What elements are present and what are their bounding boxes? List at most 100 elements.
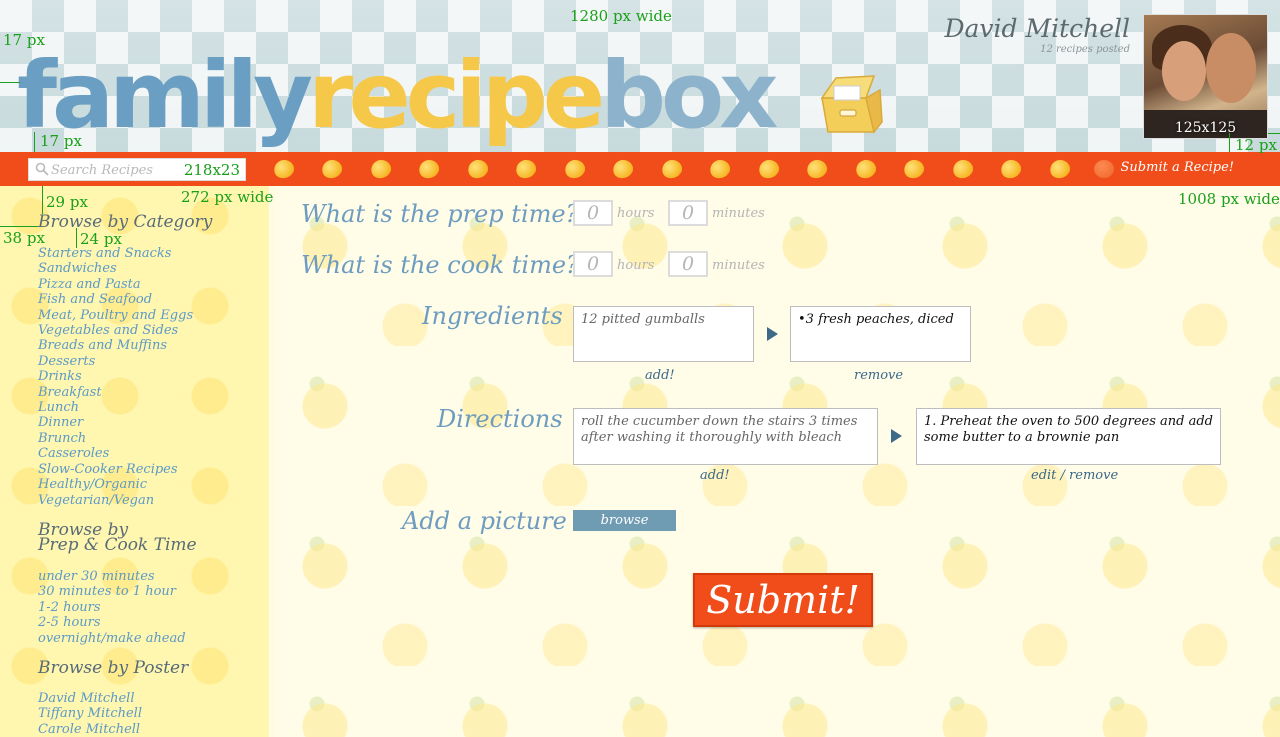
lemon-icon	[416, 157, 442, 181]
add-picture-label: Add a picture	[402, 507, 567, 535]
sidebar-left-annotation: 38 px	[3, 229, 45, 247]
category-item[interactable]: Lunch	[38, 400, 193, 415]
direction-input[interactable]: roll the cucumber down the stairs 3 time…	[573, 408, 878, 465]
site-logo[interactable]: familyrecipebox	[17, 40, 779, 152]
browse-poster-heading: Browse by Poster	[38, 658, 189, 678]
add-ingredient-link[interactable]: add!	[645, 368, 675, 383]
prep-hours-unit: hours	[617, 206, 655, 221]
remove-ingredient-link[interactable]: remove	[854, 368, 903, 383]
user-recipe-count: 12 recipes posted	[1040, 44, 1130, 55]
cook-time-label: What is the cook time?	[301, 251, 579, 279]
recipe-box-icon	[820, 75, 883, 134]
avatar-gap-annotation: 12 px	[1235, 136, 1277, 154]
sidebar: Browse by Category Starters and Snacks S…	[0, 186, 272, 737]
direction-list-item[interactable]: 1. Preheat the oven to 500 degrees and a…	[916, 408, 1221, 465]
prep-minutes-field[interactable]: 0	[668, 200, 708, 226]
edit-remove-direction-link[interactable]: edit / remove	[1031, 468, 1118, 483]
category-item[interactable]: Drinks	[38, 369, 193, 384]
lemon-icon	[853, 157, 879, 181]
bullet-icon: •	[798, 312, 806, 327]
lemon-icon	[562, 157, 588, 181]
cook-hours-unit: hours	[617, 258, 655, 273]
submit-button[interactable]: Submit!	[693, 573, 873, 627]
lemon-icon	[271, 157, 297, 181]
time-item[interactable]: under 30 minutes	[38, 569, 186, 584]
category-item[interactable]: Desserts	[38, 354, 193, 369]
poster-item[interactable]: Tiffany Mitchell	[38, 706, 142, 721]
search-box[interactable]: 218x23	[28, 158, 246, 181]
ingredient-list-item[interactable]: 3 fresh peaches, diced	[806, 312, 954, 327]
poster-list: David Mitchell Tiffany Mitchell Carole M…	[38, 691, 142, 737]
search-size-annotation: 218x23	[183, 161, 240, 179]
add-direction-arrow-icon[interactable]	[891, 429, 902, 443]
prep-hours-field[interactable]: 0	[573, 200, 613, 226]
category-item[interactable]: Brunch	[38, 431, 193, 446]
avatar-photo-face-right	[1206, 33, 1256, 103]
page-width-annotation: 1280 px wide	[570, 7, 672, 25]
annotation-guide-line	[76, 228, 77, 248]
browse-category-heading: Browse by Category	[38, 212, 213, 232]
annotation-guide-line	[34, 132, 35, 152]
category-item[interactable]: Breads and Muffins	[38, 338, 193, 353]
category-item[interactable]: Starters and Snacks	[38, 246, 193, 261]
sidebar-gap-annotation: 24 px	[80, 230, 122, 248]
user-name[interactable]: David Mitchell	[944, 14, 1130, 43]
main-width-annotation: 1008 px wide	[1178, 190, 1280, 208]
lemon-icon	[319, 157, 345, 181]
logo-top-annotation: 17 px	[3, 31, 45, 49]
avatar-photo-face-left	[1162, 41, 1206, 101]
category-item[interactable]: Pizza and Pasta	[38, 277, 193, 292]
prep-time-label: What is the prep time?	[301, 200, 579, 228]
avatar-size-label: 125x125	[1174, 120, 1237, 136]
cook-hours-field[interactable]: 0	[573, 251, 613, 277]
lemon-icon	[950, 157, 976, 181]
poster-item[interactable]: Carole Mitchell	[38, 722, 142, 737]
submit-recipe-link[interactable]: Submit a Recipe!	[1121, 160, 1234, 175]
category-item[interactable]: Casseroles	[38, 446, 193, 461]
add-ingredient-arrow-icon[interactable]	[767, 327, 778, 341]
ingredient-list: •3 fresh peaches, diced	[790, 306, 971, 362]
annotation-guide-line	[1268, 133, 1280, 134]
logo-bottom-annotation: 17 px	[40, 132, 82, 150]
lemon-icon	[610, 157, 636, 181]
time-list: under 30 minutes 30 minutes to 1 hour 1-…	[38, 569, 186, 646]
search-input[interactable]	[51, 161, 201, 179]
lemon-icon	[998, 157, 1024, 181]
time-item[interactable]: overnight/make ahead	[38, 631, 186, 646]
ingredients-label: Ingredients	[422, 302, 563, 330]
browse-time-heading-line2: Prep & Cook Time	[38, 535, 197, 555]
sidebar-top-annotation: 29 px	[46, 193, 88, 211]
lemon-icon	[1047, 157, 1073, 181]
cook-minutes-field[interactable]: 0	[668, 251, 708, 277]
lemon-icon	[707, 157, 733, 181]
add-direction-link[interactable]: add!	[700, 468, 730, 483]
category-item[interactable]: Breakfast	[38, 385, 193, 400]
poster-item[interactable]: David Mitchell	[38, 691, 142, 706]
category-item[interactable]: Dinner	[38, 415, 193, 430]
time-item[interactable]: 2-5 hours	[38, 615, 186, 630]
category-item[interactable]: Meat, Poultry and Eggs	[38, 308, 193, 323]
category-item[interactable]: Healthy/Organic	[38, 477, 193, 492]
lemon-icon	[756, 157, 782, 181]
time-item[interactable]: 1-2 hours	[38, 600, 186, 615]
logo-word-recipe: recipe	[308, 42, 605, 149]
browse-button[interactable]: browse	[573, 510, 676, 531]
category-item[interactable]: Vegetarian/Vegan	[38, 493, 193, 508]
annotation-guide-line	[0, 226, 38, 227]
category-item[interactable]: Sandwiches	[38, 261, 193, 276]
lemon-decoration-row	[270, 152, 1100, 186]
lemon-icon	[901, 157, 927, 181]
category-list: Starters and Snacks Sandwiches Pizza and…	[38, 246, 193, 508]
avatar[interactable]: 125x125	[1143, 14, 1268, 139]
lemon-icon	[804, 157, 830, 181]
category-item[interactable]: Vegetables and Sides	[38, 323, 193, 338]
annotation-guide-line	[1229, 133, 1230, 152]
annotation-guide-line	[42, 186, 43, 214]
category-item[interactable]: Fish and Seafood	[38, 292, 193, 307]
directions-label: Directions	[437, 405, 563, 433]
category-item[interactable]: Slow-Cooker Recipes	[38, 462, 193, 477]
ingredient-input[interactable]: 12 pitted gumballs	[573, 306, 754, 362]
time-item[interactable]: 30 minutes to 1 hour	[38, 584, 186, 599]
nav-bar: 218x23 Submit a Recipe!	[0, 152, 1280, 186]
submit-lemon-icon	[1094, 160, 1114, 178]
